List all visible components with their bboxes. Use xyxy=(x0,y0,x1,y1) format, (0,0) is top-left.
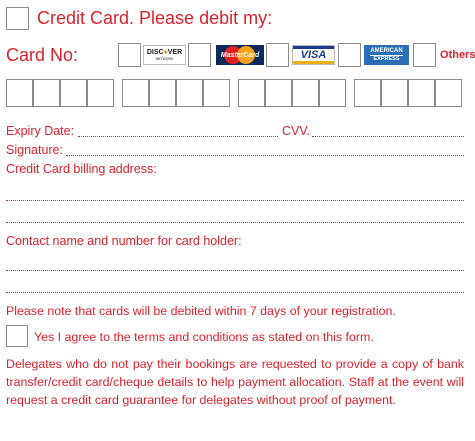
card-digit-box[interactable] xyxy=(381,79,408,107)
card-digit-box[interactable] xyxy=(435,79,462,107)
card-digit-box[interactable] xyxy=(33,79,60,107)
discover-checkbox[interactable] xyxy=(118,43,141,67)
card-digit-box[interactable] xyxy=(87,79,114,107)
card-digit-box[interactable] xyxy=(319,79,346,107)
agree-label: Yes I agree to the terms and conditions … xyxy=(34,330,374,344)
card-digit-box[interactable] xyxy=(149,79,176,107)
card-digit-box[interactable] xyxy=(238,79,265,107)
discover-logo-icon: DISC●VER NETWORK xyxy=(143,45,186,65)
signature-label: Signature: xyxy=(6,143,63,157)
others-label: Others xyxy=(440,49,475,61)
visa-logo-icon: VISA xyxy=(292,45,335,65)
others-checkbox[interactable] xyxy=(413,43,436,67)
contact-line-2[interactable] xyxy=(6,292,464,293)
credit-card-checkbox[interactable] xyxy=(6,7,29,30)
section-title: Credit Card. Please debit my: xyxy=(37,8,273,28)
cvv-label: CVV. xyxy=(282,124,311,138)
billing-address-line-1[interactable] xyxy=(6,200,464,201)
signature-field[interactable] xyxy=(66,155,464,156)
mastercard-logo-icon: MasterCard xyxy=(216,45,264,65)
mastercard-checkbox[interactable] xyxy=(188,43,211,67)
expiry-date-field[interactable] xyxy=(78,136,278,137)
card-digit-box[interactable] xyxy=(408,79,435,107)
billing-address-line-2[interactable] xyxy=(6,222,464,223)
card-digit-box[interactable] xyxy=(265,79,292,107)
card-digit-box[interactable] xyxy=(176,79,203,107)
card-digit-box[interactable] xyxy=(60,79,87,107)
card-digit-box[interactable] xyxy=(292,79,319,107)
debit-notice: Please note that cards will be debited w… xyxy=(6,304,396,318)
card-number-label: Card No: xyxy=(6,45,79,65)
contact-line-1[interactable] xyxy=(6,270,464,271)
agree-checkbox[interactable] xyxy=(6,325,28,347)
amex-checkbox[interactable] xyxy=(338,43,361,67)
card-digit-box[interactable] xyxy=(122,79,149,107)
cvv-field[interactable] xyxy=(312,136,464,137)
card-digit-box[interactable] xyxy=(6,79,33,107)
card-digit-box[interactable] xyxy=(354,79,381,107)
visa-checkbox[interactable] xyxy=(266,43,289,67)
amex-logo-icon: AMERICAN EXPRESS xyxy=(364,45,409,65)
payment-policy-paragraph: Delegates who do not pay their bookings … xyxy=(6,357,464,407)
billing-address-label: Credit Card billing address: xyxy=(6,162,157,176)
card-digit-box[interactable] xyxy=(203,79,230,107)
expiry-date-label: Expiry Date: xyxy=(6,124,77,138)
contact-label: Contact name and number for card holder: xyxy=(6,234,242,248)
